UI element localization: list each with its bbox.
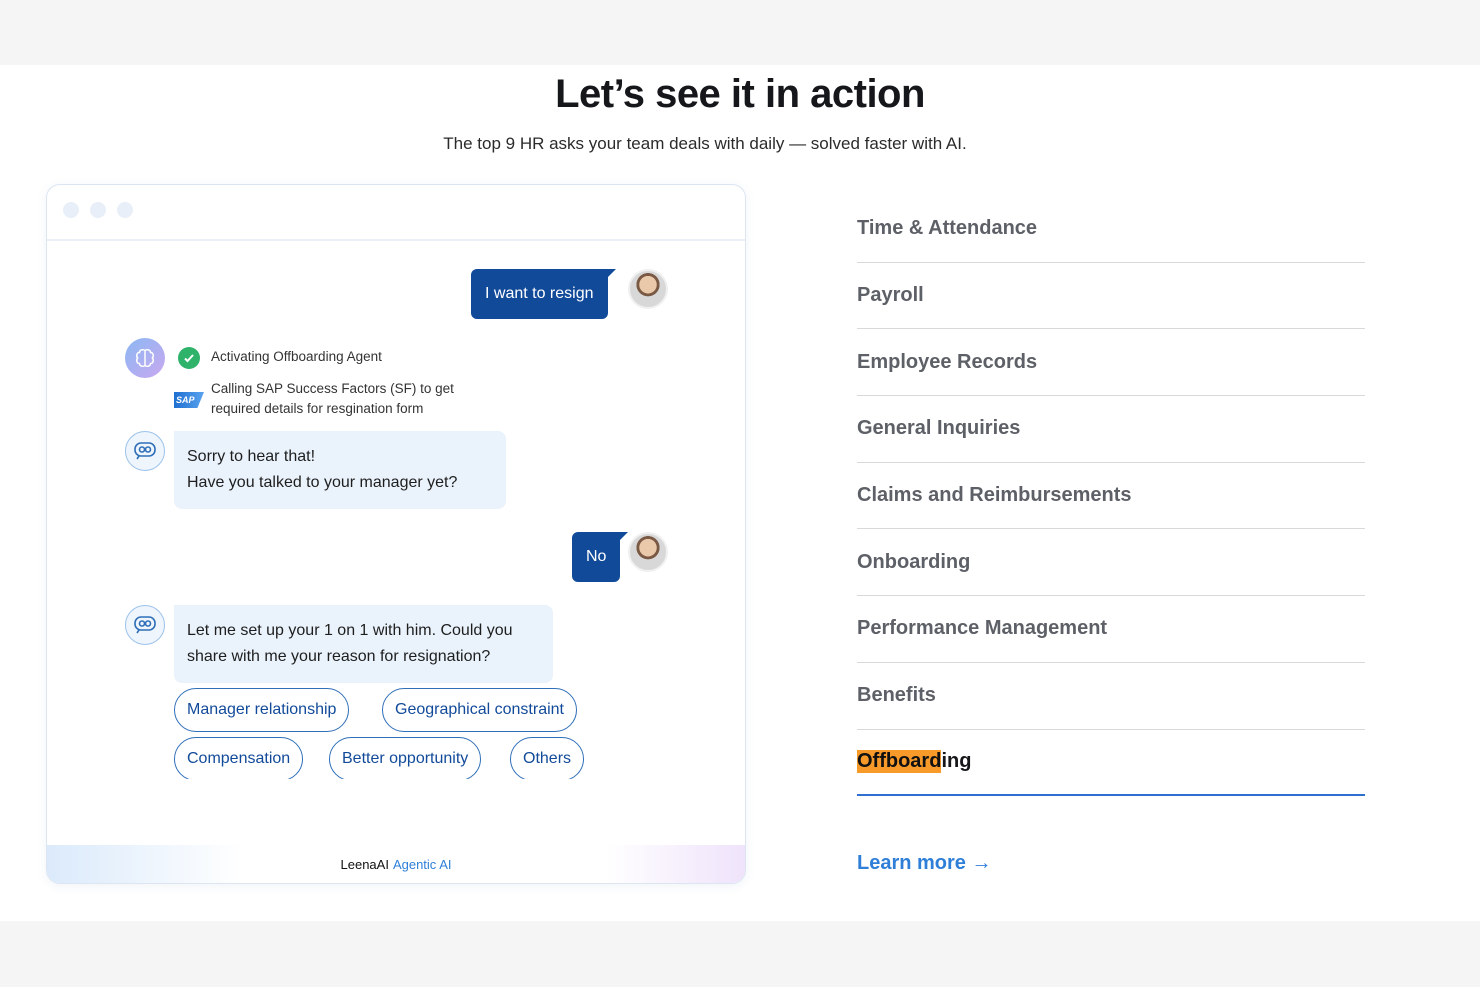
status-text-line: required details for resgination form xyxy=(211,401,424,416)
window-dot-icon xyxy=(117,202,133,218)
option-chip-geographical-constraint[interactable]: Geographical constraint xyxy=(382,688,577,732)
topic-claims-reimbursements[interactable]: Claims and Reimbursements xyxy=(857,463,1365,530)
topic-general-inquiries[interactable]: General Inquiries xyxy=(857,396,1365,463)
topic-rest: ing xyxy=(941,750,972,773)
bot-message-line: Let me set up your 1 on 1 with him. Coul… xyxy=(187,622,513,639)
bot-message: Let me set up your 1 on 1 with him. Coul… xyxy=(174,605,553,683)
topic-performance-management[interactable]: Performance Management xyxy=(857,596,1365,663)
learn-more-link[interactable]: Learn more → xyxy=(857,852,991,875)
bot-message: Sorry to hear that! Have you talked to y… xyxy=(174,431,506,509)
chip-fade xyxy=(47,779,745,783)
status-calling-sap: Calling SAP Success Factors (SF) to get … xyxy=(211,379,454,419)
topic-benefits[interactable]: Benefits xyxy=(857,663,1365,730)
topic-highlight: Offboard xyxy=(857,750,942,774)
footer-brand: LeenaAI Agentic AI xyxy=(47,857,745,872)
page-title: Let’s see it in action xyxy=(555,72,925,116)
topic-list: Time & Attendance Payroll Employee Recor… xyxy=(857,196,1365,797)
bot-message-line: Sorry to hear that! xyxy=(187,448,316,465)
status-activating: Activating Offboarding Agent xyxy=(211,349,382,364)
brand-logo: LeenaAI xyxy=(340,857,389,872)
brand-tagline: Agentic AI xyxy=(392,857,452,872)
chat-window: I want to resign Activating Offboarding … xyxy=(46,184,746,884)
sap-logo-icon: SAP xyxy=(174,392,204,408)
topic-payroll[interactable]: Payroll xyxy=(857,263,1365,330)
user-avatar xyxy=(628,269,668,309)
user-message: I want to resign xyxy=(471,269,615,319)
page-subtitle: The top 9 HR asks your team deals with d… xyxy=(443,134,967,153)
user-avatar xyxy=(628,532,668,572)
bot-message-line: share with me your reason for resignatio… xyxy=(187,648,491,665)
window-dot-icon xyxy=(63,202,79,218)
window-dot-icon xyxy=(90,202,106,218)
option-chip-better-opportunity[interactable]: Better opportunity xyxy=(329,737,482,781)
brain-icon xyxy=(125,338,165,378)
check-icon xyxy=(178,347,200,369)
window-title-bar xyxy=(47,185,745,241)
topic-time-attendance[interactable]: Time & Attendance xyxy=(857,196,1365,263)
user-message: No xyxy=(572,532,629,582)
status-text-line: Calling SAP Success Factors (SF) to get xyxy=(211,381,454,396)
bot-avatar-icon xyxy=(125,431,165,471)
bot-avatar-icon xyxy=(125,605,165,645)
option-chip-compensation[interactable]: Compensation xyxy=(174,737,304,781)
bot-message-line: Have you talked to your manager yet? xyxy=(187,474,458,491)
topic-offboarding[interactable]: Offboard ing xyxy=(857,730,1365,797)
topic-employee-records[interactable]: Employee Records xyxy=(857,329,1365,397)
option-chip-others[interactable]: Others xyxy=(510,737,585,781)
option-chip-manager-relationship[interactable]: Manager relationship xyxy=(174,688,350,732)
topic-onboarding[interactable]: Onboarding xyxy=(857,529,1365,597)
